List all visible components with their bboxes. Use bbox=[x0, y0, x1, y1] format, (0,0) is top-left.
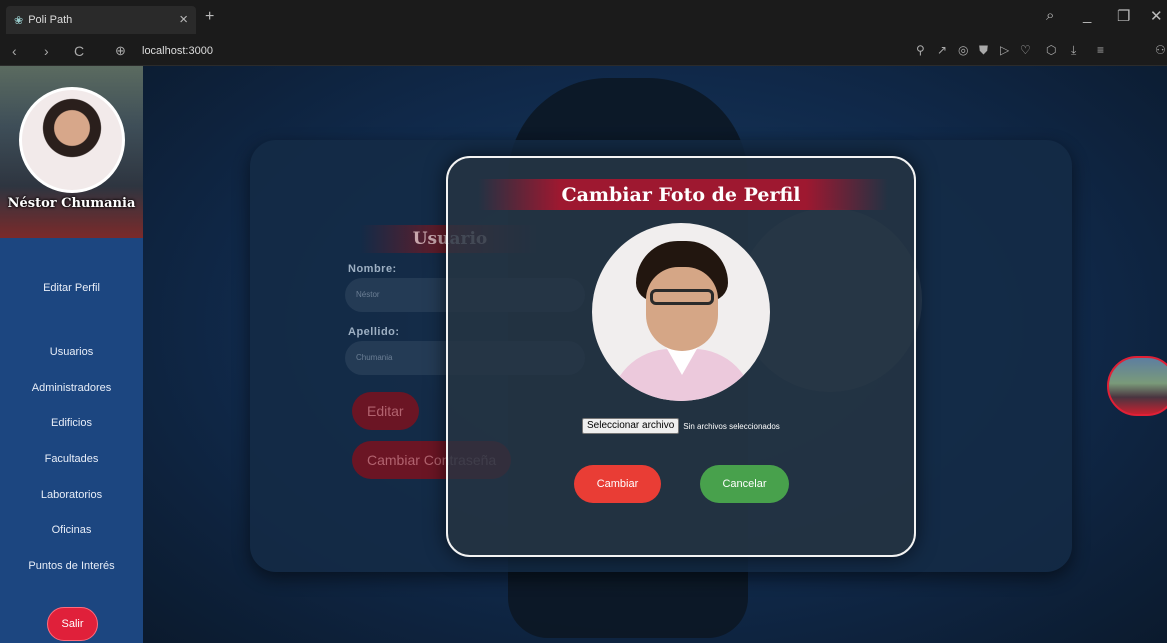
change-photo-modal: Cambiar Foto de Perfil Seleccionar archi… bbox=[446, 156, 916, 557]
user-name: Néstor Chumania bbox=[7, 196, 136, 211]
sidebar-item-administradores[interactable]: Administradores bbox=[0, 382, 143, 394]
menu-icon[interactable]: ≡ bbox=[1097, 43, 1104, 57]
reload-icon[interactable]: C bbox=[74, 43, 84, 59]
url-field[interactable]: localhost:3000 bbox=[142, 45, 213, 57]
heart-icon[interactable]: ♡ bbox=[1020, 43, 1031, 57]
profile-photo bbox=[592, 223, 770, 401]
avatar bbox=[19, 87, 125, 193]
sidebar-header: Néstor Chumania bbox=[0, 66, 143, 238]
globe-icon: ⊕ bbox=[115, 43, 126, 58]
sidebar-item-oficinas[interactable]: Oficinas bbox=[0, 524, 143, 536]
restore-icon[interactable]: ❐ bbox=[1117, 7, 1130, 25]
minimize-icon[interactable]: _ bbox=[1083, 7, 1091, 24]
file-status: Sin archivos seleccionados bbox=[683, 421, 780, 431]
share-icon[interactable]: ↗ bbox=[937, 43, 947, 57]
close-window-icon[interactable]: ✕ bbox=[1150, 7, 1163, 25]
photo-face bbox=[646, 267, 718, 351]
shield-icon[interactable]: ⛊ bbox=[979, 43, 988, 58]
logout-button[interactable]: Salir bbox=[47, 607, 98, 641]
new-tab-button[interactable]: + bbox=[205, 8, 214, 26]
confirm-change-button[interactable]: Cambiar bbox=[574, 465, 661, 503]
nombre-label: Nombre: bbox=[348, 263, 397, 275]
sidebar-item-edificios[interactable]: Edificios bbox=[0, 417, 143, 429]
browser-tabbar: ❀ Poli Path × + ⌕ _ ❐ ✕ bbox=[0, 0, 1167, 38]
screenshot-icon[interactable]: ◎ bbox=[958, 43, 968, 57]
photo-glasses bbox=[650, 289, 714, 305]
sidebar: Néstor Chumania Editar Perfil Usuarios A… bbox=[0, 66, 143, 643]
profile-icon[interactable]: ⚇ bbox=[1155, 43, 1166, 57]
sidebar-item-usuarios[interactable]: Usuarios bbox=[0, 346, 143, 358]
modal-title: Cambiar Foto de Perfil bbox=[561, 184, 801, 206]
site-favicon-icon: ❀ bbox=[14, 14, 24, 27]
cancel-button[interactable]: Cancelar bbox=[700, 465, 789, 503]
sidebar-item-laboratorios[interactable]: Laboratorios bbox=[0, 489, 143, 501]
page: Usuario Nombre: Néstor Apellido: Chumani… bbox=[0, 66, 1167, 643]
tab-close-icon[interactable]: × bbox=[179, 11, 188, 28]
address-bar: ‹ › C ⊕ localhost:3000 ⚲ ↗ ◎ ⛊ ▷ ♡ ⬡ ⤓ ≡… bbox=[0, 38, 1167, 66]
send-icon[interactable]: ▷ bbox=[1000, 43, 1009, 57]
file-input: Seleccionar archivo Sin archivos selecci… bbox=[582, 418, 780, 434]
apellido-label: Apellido: bbox=[348, 326, 400, 338]
search-icon[interactable]: ⌕ bbox=[1046, 7, 1054, 24]
browser-tab[interactable]: ❀ Poli Path × bbox=[6, 6, 196, 34]
sidebar-item-puntos-de-interes[interactable]: Puntos de Interés bbox=[0, 560, 143, 572]
download-icon[interactable]: ⤓ bbox=[1071, 43, 1076, 58]
edit-button[interactable]: Editar bbox=[352, 392, 419, 430]
campus-thumbnail[interactable] bbox=[1107, 356, 1167, 416]
select-file-button[interactable]: Seleccionar archivo bbox=[582, 418, 680, 434]
zoom-icon[interactable]: ⚲ bbox=[916, 43, 925, 57]
tab-title: Poli Path bbox=[28, 14, 73, 26]
sidebar-item-facultades[interactable]: Facultades bbox=[0, 453, 143, 465]
back-icon[interactable]: ‹ bbox=[12, 43, 17, 59]
extension-icon[interactable]: ⬡ bbox=[1046, 43, 1056, 57]
forward-icon[interactable]: › bbox=[44, 43, 49, 59]
sidebar-item-editar-perfil[interactable]: Editar Perfil bbox=[0, 282, 143, 294]
